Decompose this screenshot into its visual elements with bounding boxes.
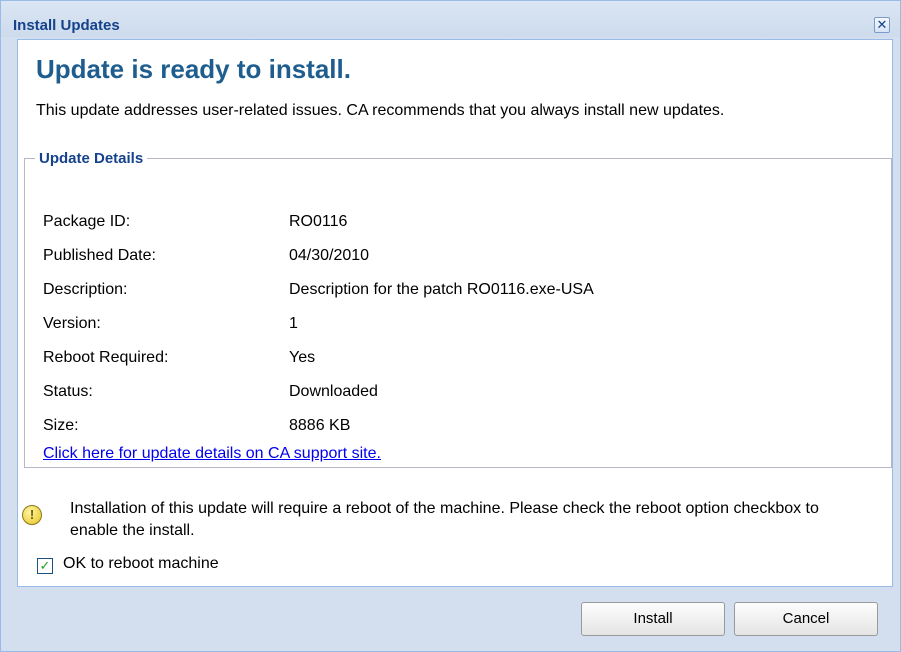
reboot-checkbox[interactable]: ✓: [37, 558, 53, 574]
dialog-title: Install Updates: [13, 17, 120, 34]
warning-icon: !: [22, 505, 42, 525]
page-title: Update is ready to install.: [36, 54, 351, 84]
detail-value: Description for the patch RO0116.exe-USA: [289, 281, 594, 298]
detail-label: Published Date:: [43, 247, 156, 264]
detail-label: Size:: [43, 417, 79, 434]
update-details-fieldset: Update Details Package ID: RO0116 Publis…: [24, 150, 892, 468]
cancel-button[interactable]: Cancel: [734, 602, 878, 636]
support-site-link[interactable]: Click here for update details on CA supp…: [43, 445, 381, 463]
reboot-warning-text: Installation of this update will require…: [70, 500, 819, 539]
intro-text: This update addresses user-related issue…: [36, 102, 725, 119]
title-bar: Install Updates ✕: [1, 1, 900, 37]
install-updates-dialog: Install Updates ✕ Update is ready to ins…: [0, 0, 901, 652]
detail-label: Description:: [43, 281, 128, 298]
detail-value: 1: [289, 315, 298, 332]
detail-value: RO0116: [289, 213, 348, 230]
close-icon[interactable]: ✕: [874, 17, 890, 33]
detail-label: Package ID:: [43, 213, 131, 230]
detail-value: 8886 KB: [289, 417, 351, 434]
detail-value: 04/30/2010: [289, 247, 370, 264]
detail-label: Reboot Required:: [43, 349, 169, 366]
detail-label: Status:: [43, 383, 93, 400]
detail-label: Version:: [43, 315, 101, 332]
content-panel: Update is ready to install. This update …: [17, 39, 893, 587]
install-button[interactable]: Install: [581, 602, 725, 636]
detail-value: Yes: [289, 349, 316, 366]
update-details-legend: Update Details: [39, 150, 144, 167]
reboot-checkbox-label[interactable]: OK to reboot machine: [63, 555, 219, 573]
detail-value: Downloaded: [289, 383, 378, 400]
